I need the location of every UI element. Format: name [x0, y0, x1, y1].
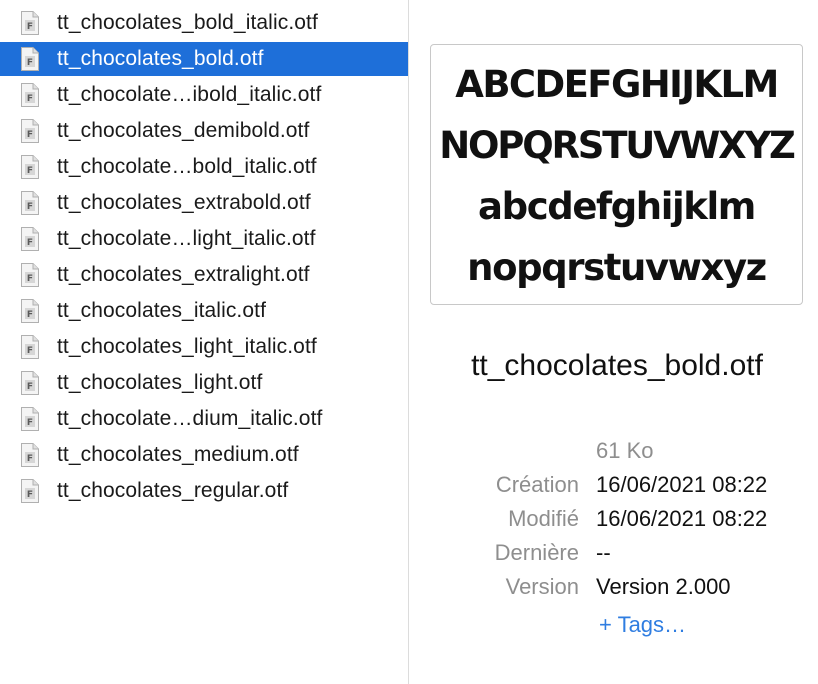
svg-text:F: F [27, 202, 33, 212]
modified-value: 16/06/2021 08:22 [596, 506, 768, 531]
preview-file-name: tt_chocolates_bold.otf [471, 349, 763, 382]
font-file-icon: F [21, 299, 39, 323]
svg-text:F: F [27, 238, 33, 248]
info-row-size: 61 Ko [409, 438, 818, 468]
specimen-uppercase-1: ABCDEFGHIJKLM [455, 63, 779, 106]
last-opened-label: Dernière [494, 540, 579, 565]
file-list-item-selected[interactable]: F tt_chocolates_bold.otf [0, 42, 408, 76]
font-file-icon: F [21, 11, 39, 35]
file-list-item[interactable]: F tt_chocolates_italic.otf [0, 294, 408, 328]
created-value: 16/06/2021 08:22 [596, 472, 768, 497]
font-file-icon: F [21, 191, 39, 215]
add-tags-link[interactable]: + Tags… [599, 612, 686, 638]
version-label: Version [505, 574, 579, 599]
specimen-lowercase-1: abcdefghijklm [478, 185, 756, 228]
font-file-icon: F [21, 407, 39, 431]
info-row-modified: Modifié 16/06/2021 08:22 [409, 506, 818, 536]
modified-label: Modifié [508, 506, 579, 531]
file-name: tt_chocolates_bold_italic.otf [57, 11, 318, 34]
file-name: tt_chocolates_extrabold.otf [57, 191, 311, 214]
file-list-item[interactable]: F tt_chocolate…light_italic.otf [0, 222, 408, 256]
file-name: tt_chocolate…light_italic.otf [57, 227, 316, 250]
file-name: tt_chocolate…ibold_italic.otf [57, 83, 322, 106]
file-list-item[interactable]: F tt_chocolates_regular.otf [0, 474, 408, 508]
file-name: tt_chocolate…bold_italic.otf [57, 155, 317, 178]
info-row-created: Création 16/06/2021 08:22 [409, 472, 818, 502]
file-list-item[interactable]: F tt_chocolates_demibold.otf [0, 114, 408, 148]
file-name: tt_chocolates_demibold.otf [57, 119, 310, 142]
font-file-icon: F [21, 479, 39, 503]
font-file-icon: F [21, 119, 39, 143]
font-file-icon: F [21, 83, 39, 107]
svg-text:F: F [27, 310, 33, 320]
file-size-value: 61 Ko [596, 438, 654, 463]
font-preview-thumbnail: ABCDEFGHIJKLM NOPQRSTUVWXYZ abcdefghijkl… [430, 44, 803, 305]
svg-text:F: F [27, 274, 33, 284]
file-list-item[interactable]: F tt_chocolate…dium_italic.otf [0, 402, 408, 436]
file-name: tt_chocolate…dium_italic.otf [57, 407, 323, 430]
last-opened-value: -- [596, 540, 611, 565]
info-row-last-opened: Dernière -- [409, 540, 818, 570]
specimen-lowercase-2: nopqrstuvwxyz [467, 246, 767, 289]
file-name: tt_chocolates_light_italic.otf [57, 335, 317, 358]
file-list-item[interactable]: F tt_chocolates_extrabold.otf [0, 186, 408, 220]
specimen-uppercase-2: NOPQRSTUVWXYZ [439, 124, 796, 167]
info-row-version: Version Version 2.000 [409, 574, 818, 604]
font-file-icon: F [21, 155, 39, 179]
file-name: tt_chocolates_bold.otf [57, 47, 264, 70]
svg-text:F: F [27, 166, 33, 176]
file-name: tt_chocolates_extralight.otf [57, 263, 310, 286]
version-value: Version 2.000 [596, 574, 731, 599]
svg-text:F: F [27, 130, 33, 140]
svg-text:F: F [27, 382, 33, 392]
created-label: Création [495, 472, 579, 497]
font-file-icon: F [21, 335, 39, 359]
font-file-icon: F [21, 227, 39, 251]
file-list-item[interactable]: F tt_chocolates_extralight.otf [0, 258, 408, 292]
file-name: tt_chocolates_light.otf [57, 371, 263, 394]
font-file-icon: F [21, 371, 39, 395]
file-list-item[interactable]: F tt_chocolates_bold_italic.otf [0, 6, 408, 40]
font-file-icon: F [21, 47, 39, 71]
svg-text:F: F [27, 94, 33, 104]
file-list-item[interactable]: F tt_chocolates_medium.otf [0, 438, 408, 472]
file-list-column[interactable]: F tt_chocolates_bold_italic.otf F tt_cho… [0, 0, 409, 684]
svg-text:F: F [27, 454, 33, 464]
file-list-item[interactable]: F tt_chocolates_light.otf [0, 366, 408, 400]
svg-text:F: F [27, 22, 33, 32]
finder-window: F tt_chocolates_bold_italic.otf F tt_cho… [0, 0, 818, 684]
file-list-item[interactable]: F tt_chocolate…ibold_italic.otf [0, 78, 408, 112]
file-name: tt_chocolates_italic.otf [57, 299, 267, 322]
svg-text:F: F [27, 58, 33, 68]
file-list-item[interactable]: F tt_chocolates_light_italic.otf [0, 330, 408, 364]
svg-text:F: F [27, 490, 33, 500]
svg-text:F: F [27, 346, 33, 356]
font-file-icon: F [21, 263, 39, 287]
font-file-icon: F [21, 443, 39, 467]
file-name: tt_chocolates_regular.otf [57, 479, 289, 502]
svg-text:F: F [27, 418, 33, 428]
file-name: tt_chocolates_medium.otf [57, 443, 299, 466]
file-list-item[interactable]: F tt_chocolate…bold_italic.otf [0, 150, 408, 184]
